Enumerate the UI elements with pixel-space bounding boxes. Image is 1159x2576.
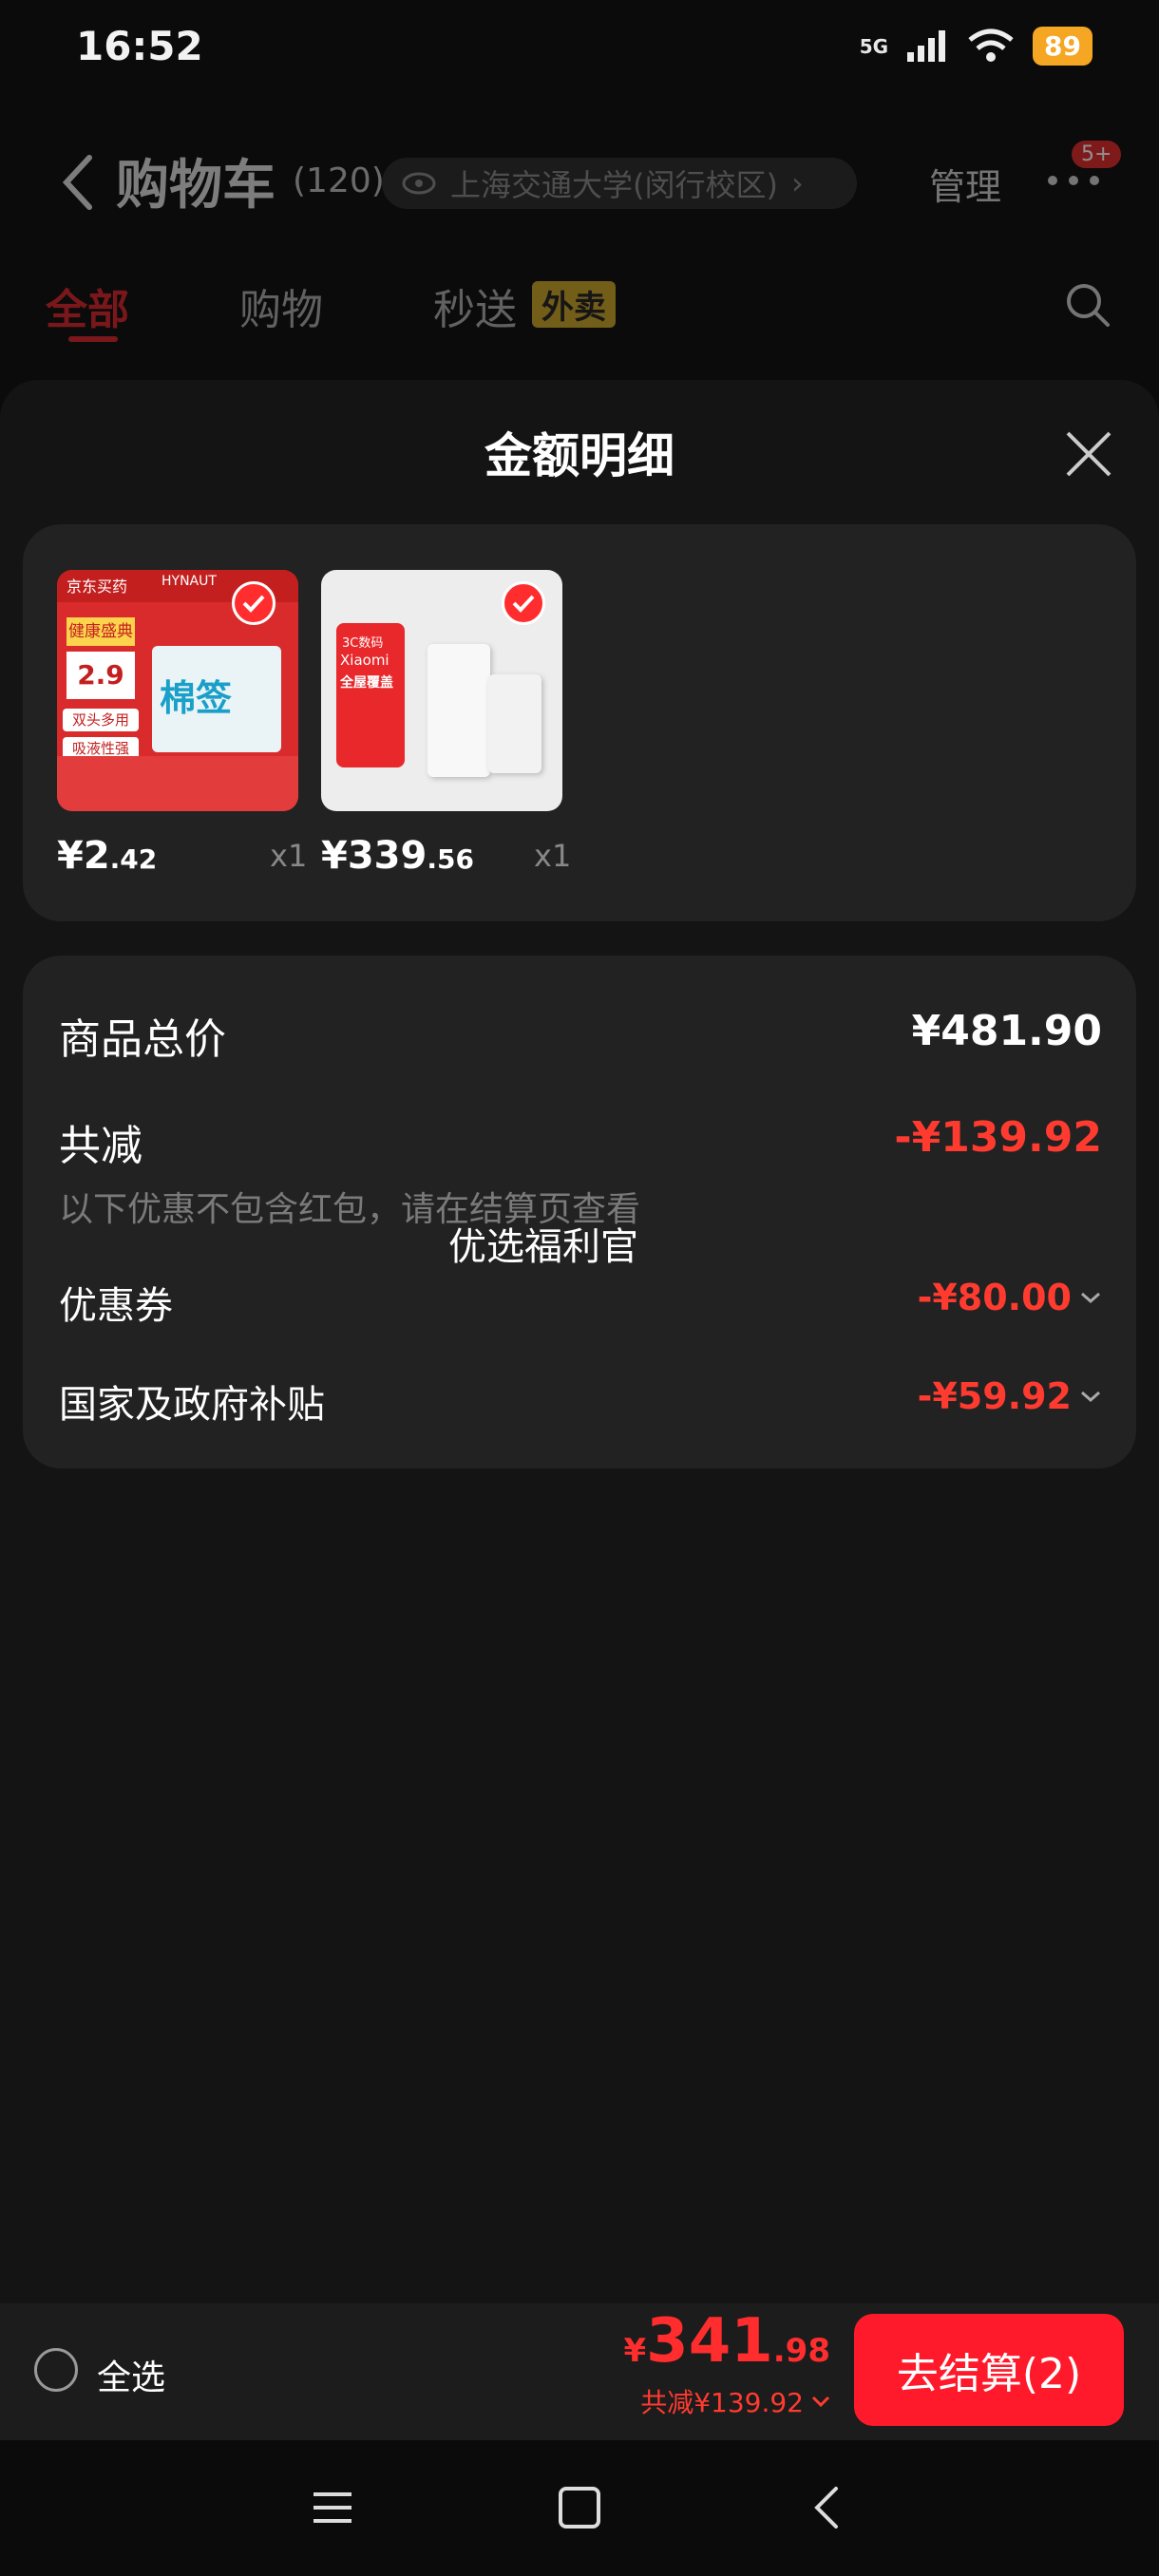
more-icon[interactable] xyxy=(1045,171,1102,190)
promo-tag: 健康盛典 xyxy=(66,617,135,646)
location-text: 上海交通大学(闵行校区) xyxy=(450,167,778,203)
select-all-label[interactable]: 全选 xyxy=(97,2350,165,2399)
notification-badge: 5+ xyxy=(1072,141,1122,168)
price-decimal: .56 xyxy=(427,843,474,875)
cart-count: (120) xyxy=(293,161,385,200)
back-nav-icon[interactable] xyxy=(800,2481,853,2534)
status-time: 16:52 xyxy=(76,23,203,69)
reduction-label: 共减 xyxy=(59,1122,142,1170)
tab-underline xyxy=(68,336,118,342)
selected-check-icon[interactable] xyxy=(502,581,545,625)
network-label: 5G xyxy=(859,34,889,58)
subsidy-row-value[interactable]: -¥59.92 xyxy=(918,1375,1102,1417)
price-integer: ¥339 xyxy=(321,834,428,878)
feature-tag-1: 双头多用 xyxy=(63,709,139,731)
total-price-value: ¥481.90 xyxy=(911,1007,1102,1055)
select-all-radio[interactable] xyxy=(34,2348,78,2392)
wifi-icon xyxy=(968,28,1014,62)
page-title: 购物车 xyxy=(116,155,276,217)
battery-indicator: 89 xyxy=(1033,27,1092,66)
search-icon[interactable] xyxy=(1064,281,1112,329)
menu-icon[interactable] xyxy=(306,2481,359,2534)
sheet-title: 金额明细 xyxy=(484,428,674,483)
price-tag: 2.9 xyxy=(66,652,135,699)
brand-label: 京东买药 xyxy=(66,578,128,596)
chevron-right-icon: › xyxy=(790,165,804,201)
tab-all[interactable]: 全部 xyxy=(46,275,129,336)
currency-symbol: ¥ xyxy=(623,2332,647,2370)
feature-label: 全屋覆盖 xyxy=(340,675,393,691)
checkout-button[interactable]: 去结算(2) xyxy=(854,2314,1124,2426)
overlay-caption: 优选福利官 xyxy=(448,1225,638,1269)
takeout-badge: 外卖 xyxy=(532,281,616,328)
price-integer: ¥2 xyxy=(57,834,110,878)
eye-icon xyxy=(402,172,436,195)
product-name-label: 棉签 xyxy=(160,677,233,719)
product-qty: x1 xyxy=(270,838,308,874)
home-icon[interactable] xyxy=(553,2481,606,2534)
coupon-value: -¥80.00 xyxy=(917,1277,1072,1318)
subsidy-value: -¥59.92 xyxy=(917,1375,1072,1417)
price-decimal: .42 xyxy=(109,843,158,875)
product-qty: x1 xyxy=(534,838,572,874)
chevron-down-icon xyxy=(1081,1391,1100,1403)
manage-button[interactable]: 管理 xyxy=(929,158,1001,210)
chevron-down-icon xyxy=(811,2396,830,2408)
total-decimal: .98 xyxy=(772,2332,830,2370)
chevron-down-icon xyxy=(1081,1292,1100,1304)
back-icon[interactable] xyxy=(57,152,99,213)
product-price: ¥2.42 xyxy=(57,834,157,878)
total-payable: ¥341.98 xyxy=(624,2306,831,2377)
status-icons: 5G 89 xyxy=(860,27,1092,66)
category-tag: 3C数码 xyxy=(342,636,384,651)
tab-shopping[interactable]: 购物 xyxy=(239,275,323,336)
total-integer: 341 xyxy=(646,2306,773,2377)
tab-fast-delivery[interactable]: 秒送 xyxy=(433,275,517,336)
coupon-label: 优惠券 xyxy=(59,1284,173,1328)
total-discount-toggle[interactable]: 共减¥139.92 xyxy=(640,2382,830,2420)
total-price-label: 商品总价 xyxy=(59,1015,226,1064)
brand-label: Xiaomi xyxy=(340,652,390,669)
close-icon[interactable] xyxy=(1062,427,1115,481)
location-selector[interactable]: 上海交通大学(闵行校区) › xyxy=(382,158,857,209)
brand2-label: HYNAUT xyxy=(162,574,217,589)
reduction-value: -¥139.92 xyxy=(894,1113,1102,1162)
coupon-row-value[interactable]: -¥80.00 xyxy=(918,1277,1102,1318)
total-discount-text: 共减¥139.92 xyxy=(640,2387,804,2418)
selected-check-icon[interactable] xyxy=(232,581,276,625)
subsidy-label: 国家及政府补贴 xyxy=(59,1383,325,1427)
product-price: ¥339.56 xyxy=(321,834,474,878)
signal-icon xyxy=(907,29,946,62)
